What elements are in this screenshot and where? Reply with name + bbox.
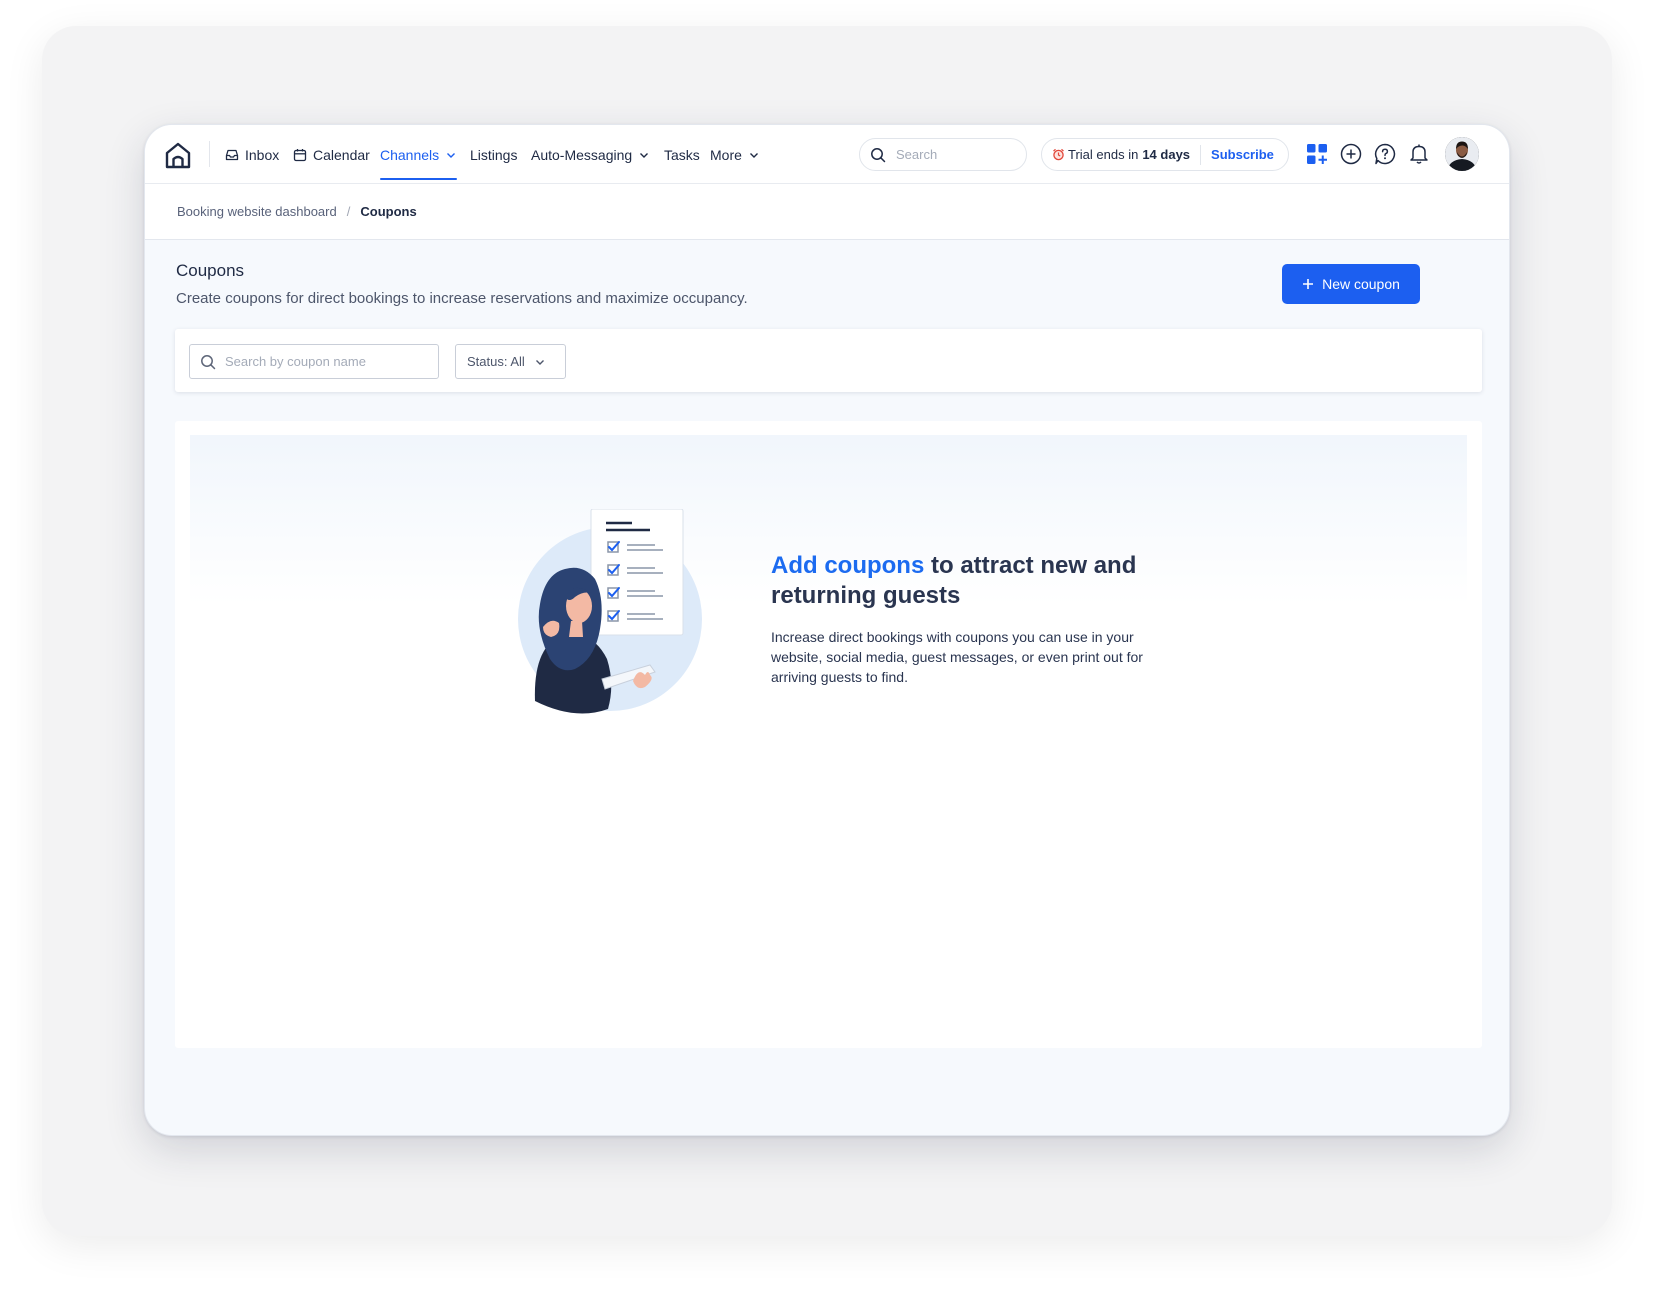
new-coupon-button[interactable]: New coupon: [1282, 264, 1420, 304]
empty-state-body: Increase direct bookings with coupons yo…: [771, 629, 1143, 685]
new-coupon-label: New coupon: [1322, 276, 1400, 292]
nav-item-listings[interactable]: Listings: [470, 125, 517, 184]
nav-item-label: Tasks: [664, 146, 700, 163]
nav-item-label: More: [710, 146, 742, 163]
status-filter-label: Status: All: [467, 354, 525, 369]
nav-item-tasks[interactable]: Tasks: [664, 125, 700, 184]
nav-item-auto-messaging[interactable]: Auto-Messaging: [531, 125, 650, 184]
nav-item-label: Channels: [380, 146, 440, 163]
nav-item-calendar[interactable]: Calendar: [293, 125, 370, 184]
search-icon: [871, 147, 886, 162]
chevron-down-icon: [749, 152, 758, 158]
alarm-clock-icon: [1053, 148, 1064, 161]
nav-divider: [209, 141, 210, 167]
nav-item-label: Auto-Messaging: [531, 146, 633, 163]
nav-item-label: Inbox: [245, 146, 280, 163]
coupons-content: Add coupons to attract new and returning…: [175, 421, 1482, 1048]
calendar-icon: [293, 148, 307, 161]
nav-item-more[interactable]: More: [710, 125, 760, 184]
bell-icon[interactable]: [1406, 141, 1432, 167]
chevron-down-icon: [535, 359, 544, 365]
app-window: Inbox Calendar Channels Listings Auto-Me…: [144, 124, 1510, 1136]
page-title: Coupons: [176, 261, 245, 280]
empty-state-heading: Add coupons to attract new and returning…: [771, 551, 1171, 611]
top-navigation: Inbox Calendar Channels Listings Auto-Me…: [145, 125, 1509, 184]
avatar[interactable]: [1445, 137, 1479, 171]
trial-days: 14 days: [1142, 147, 1191, 162]
nav-item-label: Calendar: [313, 146, 370, 163]
inbox-icon: [225, 149, 239, 160]
chevron-down-icon: [640, 152, 649, 158]
add-circle-icon[interactable]: [1338, 141, 1364, 167]
apps-icon[interactable]: [1304, 141, 1330, 167]
help-icon[interactable]: [1372, 141, 1398, 167]
search-placeholder: Search: [896, 147, 938, 162]
page-subtitle: Create coupons for direct bookings to in…: [176, 290, 748, 307]
status-filter-dropdown[interactable]: Status: All: [455, 344, 566, 379]
search-icon: [201, 354, 216, 369]
chevron-down-icon: [447, 152, 456, 158]
plus-icon: [1303, 279, 1314, 289]
home-logo-icon[interactable]: [163, 140, 193, 170]
nav-item-channels[interactable]: Channels: [380, 125, 458, 184]
nav-item-inbox[interactable]: Inbox: [225, 125, 279, 184]
coupon-search-field[interactable]: [189, 344, 439, 379]
nav-item-label: Listings: [470, 146, 518, 163]
breadcrumb-link-dashboard[interactable]: Booking website dashboard: [177, 204, 337, 219]
trial-divider: [1200, 144, 1202, 165]
empty-state-heading-accent: Add coupons: [771, 552, 925, 579]
trial-text: Trial ends in: [1068, 147, 1139, 162]
coupon-search-input[interactable]: [225, 354, 425, 369]
breadcrumb: Booking website dashboard / Coupons: [145, 184, 1509, 240]
global-search-input[interactable]: Search: [859, 138, 1027, 171]
trial-banner: Trial ends in 14 days Subscribe: [1041, 138, 1289, 171]
breadcrumb-current: Coupons: [360, 204, 417, 219]
filter-bar: Status: All: [175, 329, 1482, 392]
subscribe-link[interactable]: Subscribe: [1211, 147, 1274, 162]
empty-state-illustration: [518, 509, 702, 714]
breadcrumb-separator: /: [346, 204, 351, 219]
